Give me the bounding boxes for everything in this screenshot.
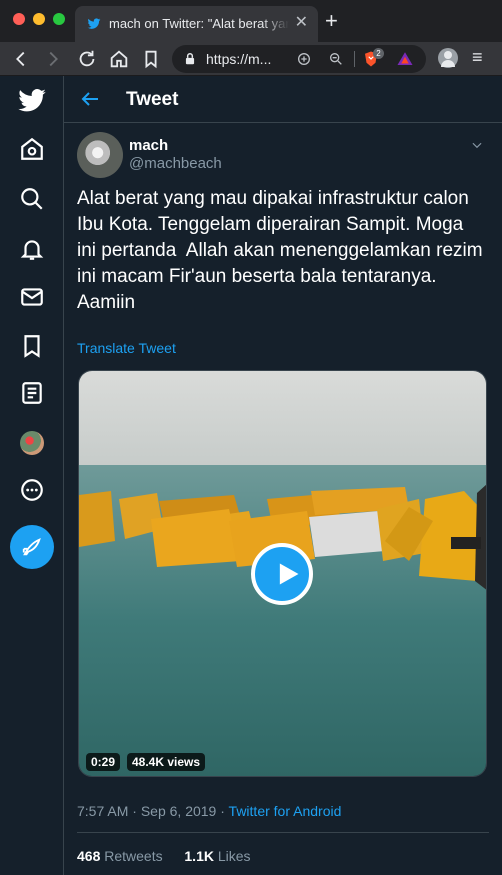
- address-bar[interactable]: https://m... 2: [172, 45, 426, 73]
- omnibox-divider: [354, 51, 355, 67]
- twitter-favicon-icon: [87, 18, 101, 29]
- likes-count[interactable]: 1.1K: [184, 848, 214, 864]
- lock-icon: [185, 53, 195, 65]
- browser-tab[interactable]: mach on Twitter: "Alat berat yang mau di…: [75, 6, 318, 42]
- twitter-logo-icon[interactable]: [17, 86, 47, 116]
- translate-tweet-link[interactable]: Translate Tweet: [77, 340, 176, 356]
- meta-separator: ·: [220, 803, 225, 819]
- new-tab-button[interactable]: +: [325, 10, 338, 32]
- explore-search-icon[interactable]: [19, 186, 45, 212]
- home-nav-icon[interactable]: [19, 136, 45, 162]
- messages-envelope-icon[interactable]: [19, 284, 45, 310]
- author-avatar[interactable]: [77, 132, 123, 178]
- tab-strip: mach on Twitter: "Alat berat yang mau di…: [0, 0, 502, 42]
- more-options-icon[interactable]: [19, 477, 45, 503]
- video-play-button[interactable]: [251, 543, 313, 605]
- notifications-bell-icon[interactable]: [19, 236, 45, 262]
- url-text: https://m...: [206, 51, 272, 67]
- bookmarks-icon[interactable]: [19, 333, 45, 359]
- twitter-sidebar: [0, 76, 64, 875]
- zoom-window-button[interactable]: [53, 13, 65, 25]
- back-arrow-icon[interactable]: [78, 87, 102, 111]
- brave-shields-icon[interactable]: 2: [362, 48, 384, 69]
- author-display-name[interactable]: mach: [129, 137, 168, 154]
- video-duration-badge: 0:29: [86, 753, 121, 771]
- tweet-stats-row: 468 Retweets 1.1K Likes: [77, 848, 251, 864]
- tweet-header: Tweet: [64, 76, 502, 123]
- browser-toolbar: https://m... 2 ≡: [0, 42, 502, 76]
- stats-divider: [77, 832, 489, 833]
- shields-count-badge: 2: [373, 48, 384, 59]
- tweet-detail-column: Tweet mach @machbeach Alat berat yang ma…: [64, 76, 502, 875]
- tweet-timestamp-row: 7:57 AM · Sep 6, 2019 · Twitter for Andr…: [77, 803, 341, 819]
- home-icon[interactable]: [108, 48, 130, 70]
- close-window-button[interactable]: [13, 13, 25, 25]
- video-views-badge: 48.4K views: [127, 753, 206, 771]
- page-title: Tweet: [126, 89, 179, 110]
- compose-tweet-button[interactable]: [10, 525, 54, 569]
- zoom-in-icon[interactable]: [296, 51, 312, 67]
- retweets-count[interactable]: 468: [77, 848, 100, 864]
- minimize-window-button[interactable]: [33, 13, 45, 25]
- quill-icon: [22, 538, 41, 556]
- likes-label[interactable]: Likes: [218, 848, 251, 864]
- tab-close-icon[interactable]: ✕: [295, 14, 308, 32]
- tweet-video[interactable]: 0:29 48.4K views: [78, 370, 487, 777]
- chevron-down-icon[interactable]: [470, 138, 484, 152]
- author-handle[interactable]: @machbeach: [129, 155, 222, 172]
- browser-window: mach on Twitter: "Alat berat yang mau di…: [0, 0, 502, 875]
- tab-title: mach on Twitter: "Alat berat yang mau di…: [109, 16, 289, 31]
- menu-icon[interactable]: ≡: [472, 47, 483, 68]
- back-icon[interactable]: [10, 48, 32, 70]
- forward-icon[interactable]: [42, 48, 64, 70]
- retweets-label[interactable]: Retweets: [104, 848, 162, 864]
- zoom-out-icon[interactable]: [328, 51, 344, 67]
- tweet-text: Alat berat yang mau dipakai infrastruktu…: [77, 188, 488, 313]
- brave-rewards-icon[interactable]: [396, 50, 414, 68]
- bookmark-toolbar-icon[interactable]: [140, 48, 162, 70]
- reload-icon[interactable]: [76, 48, 98, 70]
- play-icon: [279, 563, 299, 585]
- profile-nav-avatar[interactable]: [20, 431, 44, 455]
- lists-icon[interactable]: [19, 380, 45, 406]
- tweet-time[interactable]: 7:57 AM: [77, 803, 128, 819]
- tweet-date[interactable]: Sep 6, 2019: [141, 803, 217, 819]
- tweet-source-link[interactable]: Twitter for Android: [229, 803, 342, 819]
- meta-separator: ·: [132, 803, 137, 819]
- profile-avatar[interactable]: [438, 48, 458, 68]
